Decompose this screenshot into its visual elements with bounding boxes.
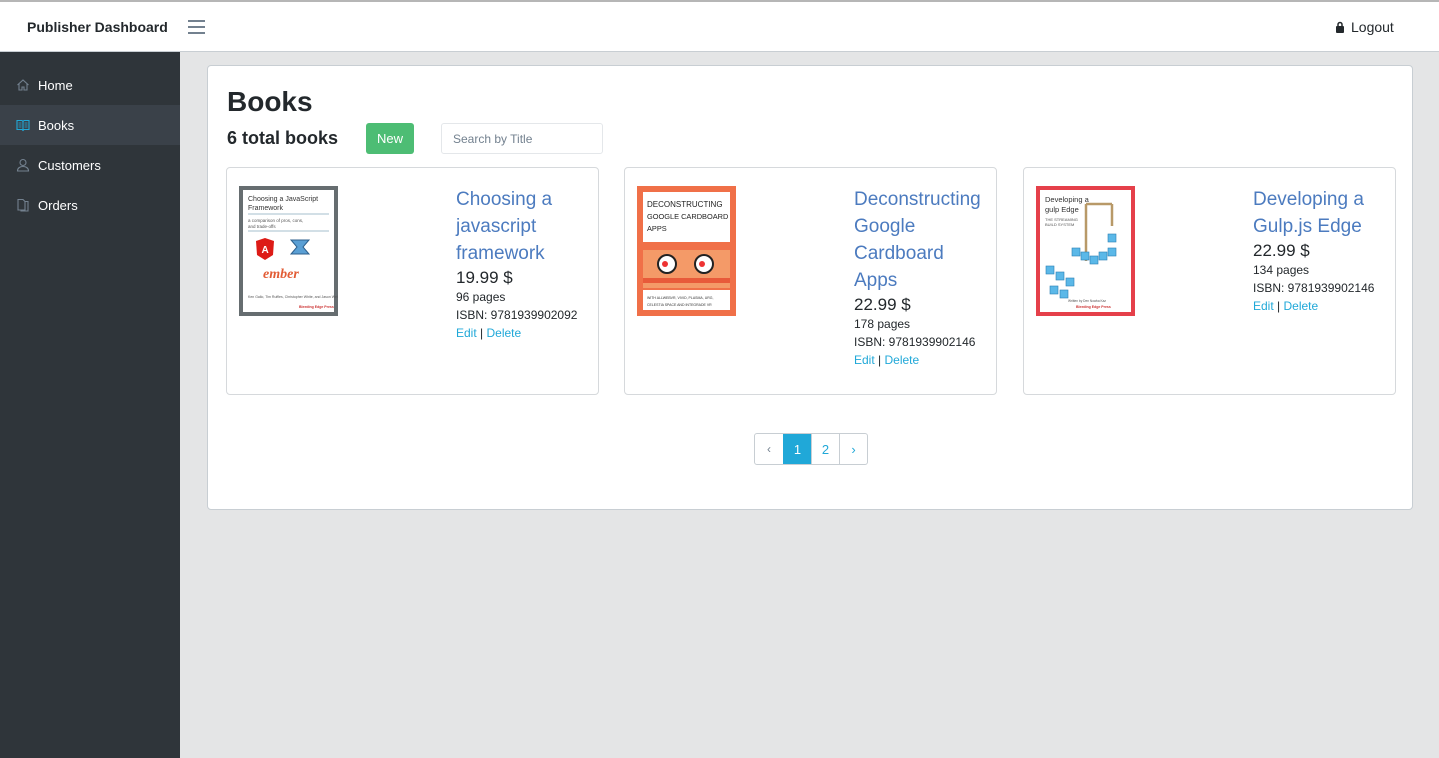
book-title-link[interactable]: Deconstructing Google Cardboard Apps xyxy=(854,186,989,294)
pagination-page-1[interactable]: 1 xyxy=(783,434,811,464)
book-cover-image: DECONSTRUCTING GOOGLE CARDBOARD APPS WIT… xyxy=(637,186,736,316)
book-pages: 178 pages xyxy=(854,317,911,331)
svg-text:ember: ember xyxy=(263,267,299,282)
svg-text:Ken Gallo, Tim Ruffles, Christ: Ken Gallo, Tim Ruffles, Christopher Whit… xyxy=(248,295,338,299)
book-title-link[interactable]: Choosing a javascript framework xyxy=(456,186,591,267)
hamburger-icon xyxy=(188,20,205,22)
sidebar-item-label: Customers xyxy=(38,157,101,173)
new-book-button[interactable]: New xyxy=(366,123,414,154)
book-actions: Edit | Delete xyxy=(1253,297,1388,315)
action-separator: | xyxy=(878,353,882,367)
edit-book-link[interactable]: Edit xyxy=(854,353,875,367)
svg-text:Written by Den Nowka Kaz: Written by Den Nowka Kaz xyxy=(1068,299,1106,303)
delete-book-link[interactable]: Delete xyxy=(487,326,522,340)
book-price: 22.99 $ xyxy=(1253,241,1310,260)
book-card: Choosing a JavaScript Framework a compar… xyxy=(226,167,599,395)
svg-text:A: A xyxy=(262,245,269,256)
delete-book-link[interactable]: Delete xyxy=(885,353,920,367)
search-input[interactable] xyxy=(441,123,603,154)
edit-book-link[interactable]: Edit xyxy=(1253,299,1274,313)
book-info: Developing a Gulp.js Edge 22.99 $ 134 pa… xyxy=(1253,186,1388,315)
hamburger-icon-line xyxy=(188,26,205,28)
svg-text:gulp Edge: gulp Edge xyxy=(1045,205,1079,214)
sidebar-item-home[interactable]: Home xyxy=(0,65,180,105)
sidebar: Home Books Customers Orders xyxy=(0,52,180,758)
books-panel: Books 6 total books New Choosing a JavaS… xyxy=(207,65,1413,510)
svg-text:GOOGLE CARDBOARD: GOOGLE CARDBOARD xyxy=(647,212,728,221)
book-price: 19.99 $ xyxy=(456,268,513,287)
svg-text:BUILD SYSTEM: BUILD SYSTEM xyxy=(1045,222,1074,227)
book-isbn: ISBN: 9781939902146 xyxy=(854,335,976,349)
svg-text:a comparison of pros, cons,: a comparison of pros, cons, xyxy=(248,218,303,223)
edit-book-link[interactable]: Edit xyxy=(456,326,477,340)
top-navbar: Publisher Dashboard Logout xyxy=(0,0,1439,52)
hamburger-icon-line xyxy=(188,32,205,34)
sidebar-item-books[interactable]: Books xyxy=(0,105,180,145)
svg-text:Choosing a JavaScript: Choosing a JavaScript xyxy=(248,196,318,203)
lock-icon xyxy=(1336,21,1344,33)
svg-text:CELESTIA SPACE AND INTEGRADE V: CELESTIA SPACE AND INTEGRADE VR xyxy=(647,303,712,307)
home-icon xyxy=(16,78,30,92)
sidebar-item-orders[interactable]: Orders xyxy=(0,185,180,225)
svg-text:WITH ALLWEBVR, VIVID, PLASMA,: WITH ALLWEBVR, VIVID, PLASMA, URG, xyxy=(647,296,713,300)
book-icon xyxy=(16,118,30,132)
book-title-link[interactable]: Developing a Gulp.js Edge xyxy=(1253,186,1388,240)
pagination-page-2[interactable]: 2 xyxy=(811,434,839,464)
book-isbn: ISBN: 9781939902146 xyxy=(1253,281,1375,295)
svg-text:Bleeding Edge Press: Bleeding Edge Press xyxy=(1076,305,1111,309)
sidebar-item-label: Books xyxy=(38,117,75,133)
logout-button[interactable]: Logout xyxy=(1335,19,1394,35)
svg-text:DECONSTRUCTING: DECONSTRUCTING xyxy=(647,200,723,209)
book-price: 22.99 $ xyxy=(854,295,911,314)
book-pages: 96 pages xyxy=(456,290,506,304)
book-card: Developing a gulp Edge THE STREAMING BUI… xyxy=(1023,167,1396,395)
pagination: ‹ 1 2 › xyxy=(754,433,868,465)
logout-label: Logout xyxy=(1351,19,1394,35)
sidebar-toggle-button[interactable] xyxy=(188,20,205,34)
page-title: Books xyxy=(227,86,313,117)
book-cover-image: Developing a gulp Edge THE STREAMING BUI… xyxy=(1036,186,1135,316)
book-actions: Edit | Delete xyxy=(854,351,989,369)
book-pages: 134 pages xyxy=(1253,263,1310,277)
svg-text:APPS: APPS xyxy=(647,224,667,233)
sidebar-item-label: Home xyxy=(38,77,73,93)
total-books-count: 6 total books xyxy=(227,128,339,148)
pagination-prev-button[interactable]: ‹ xyxy=(755,434,783,464)
action-separator: | xyxy=(480,326,484,340)
orders-icon xyxy=(16,198,30,212)
action-separator: | xyxy=(1277,299,1281,313)
pagination-next-button[interactable]: › xyxy=(839,434,867,464)
book-cover-image: Choosing a JavaScript Framework a compar… xyxy=(239,186,338,316)
svg-text:and trade-offs: and trade-offs xyxy=(248,224,276,229)
book-card: DECONSTRUCTING GOOGLE CARDBOARD APPS WIT… xyxy=(624,167,997,395)
user-icon xyxy=(16,158,30,172)
book-actions: Edit | Delete xyxy=(456,324,591,342)
book-isbn: ISBN: 9781939902092 xyxy=(456,308,578,322)
sidebar-item-customers[interactable]: Customers xyxy=(0,145,180,185)
book-info: Choosing a javascript framework 19.99 $ … xyxy=(456,186,591,342)
delete-book-link[interactable]: Delete xyxy=(1284,299,1319,313)
svg-text:Framework: Framework xyxy=(248,205,284,212)
book-info: Deconstructing Google Cardboard Apps 22.… xyxy=(854,186,989,369)
sidebar-item-label: Orders xyxy=(38,197,78,213)
svg-text:Bleeding Edge Press: Bleeding Edge Press xyxy=(299,305,334,309)
brand-title[interactable]: Publisher Dashboard xyxy=(27,19,168,35)
svg-text:Developing a: Developing a xyxy=(1045,195,1090,204)
